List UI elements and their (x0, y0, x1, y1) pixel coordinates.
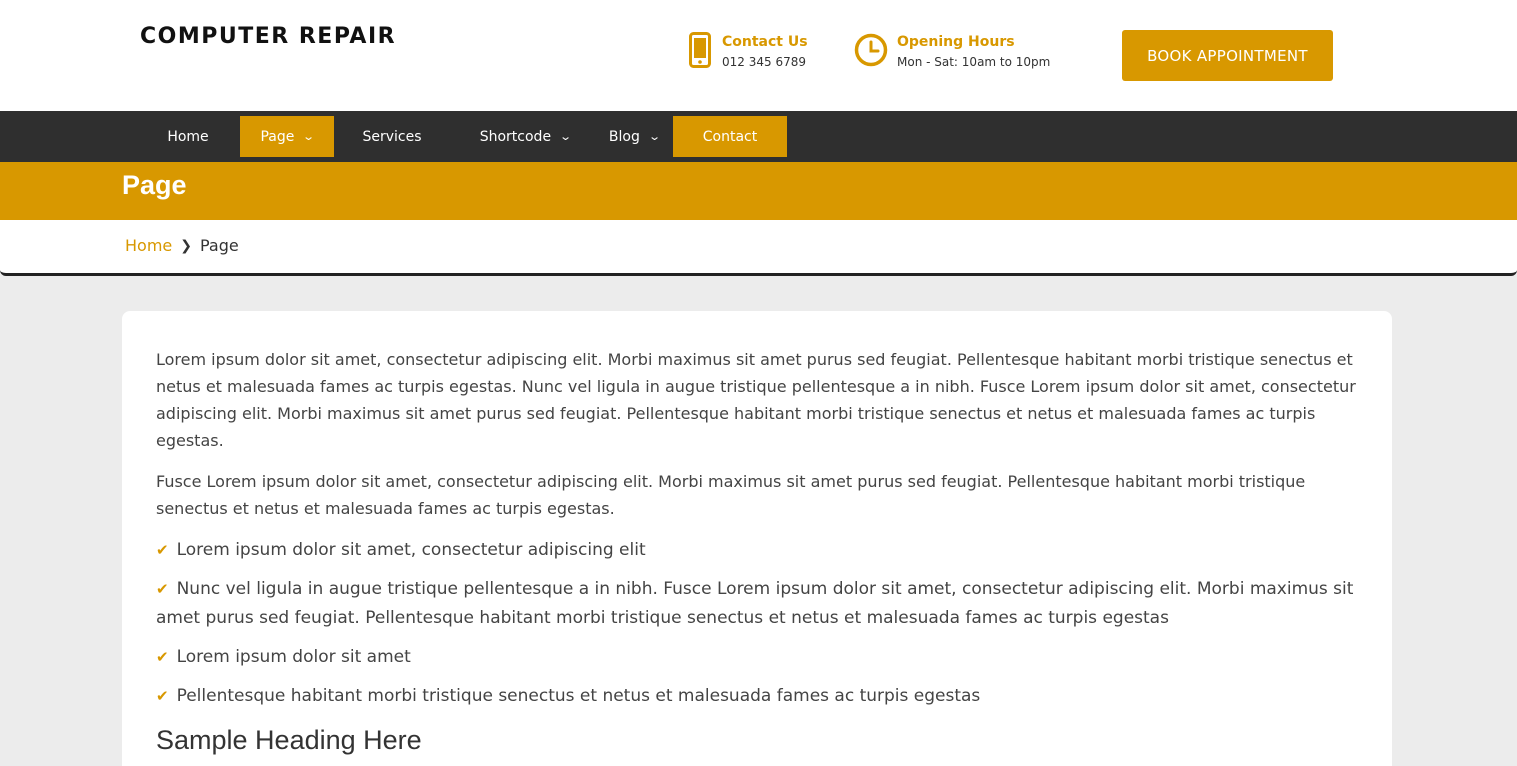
nav-item-services[interactable]: Services (334, 116, 450, 157)
check-icon: ✔ (156, 580, 169, 598)
breadcrumb-current: Page (199, 236, 239, 255)
content-paragraph: Lorem ipsum dolor sit amet, consectetur … (156, 350, 1356, 450)
contact-info: Contact Us 012 345 6789 (686, 32, 808, 72)
nav-item-label: Page (260, 128, 295, 145)
content-paragraph: Fusce Lorem ipsum dolor sit amet, consec… (156, 472, 1306, 518)
list-item-text: Lorem ipsum dolor sit amet, consectetur … (176, 540, 646, 560)
section-heading: Sample Heading Here (156, 725, 422, 755)
nav-item-contact[interactable]: Contact (673, 116, 787, 157)
nav-item-label: Blog (608, 128, 640, 145)
contact-phone[interactable]: 012 345 6789 (722, 52, 808, 72)
hours-value: Mon - Sat: 10am to 10pm (897, 55, 1051, 69)
checklist: ✔ Lorem ipsum dolor sit amet, consectetur… (156, 536, 1358, 711)
list-item: ✔ Pellentesque habitant morbi tristique s… (156, 682, 1358, 711)
clock-icon (853, 32, 889, 68)
list-item-text: Lorem ipsum dolor sit amet (176, 647, 411, 667)
contact-title: Contact Us (722, 34, 808, 50)
nav-item-label: Contact (702, 128, 758, 145)
chevron-down-icon: ⌄ (648, 130, 661, 143)
hours-title: Opening Hours (897, 34, 1015, 50)
main-nav: Home Page ⌄ Services Shortcode ⌄ Blog ⌄ … (0, 111, 1517, 162)
hours-info: Opening Hours Mon - Sat: 10am to 10pm (853, 32, 1050, 72)
chevron-down-icon: ⌄ (302, 130, 316, 143)
chevron-right-icon: ❯ (180, 237, 192, 254)
content-card: Lorem ipsum dolor sit amet, consectetur … (122, 311, 1392, 766)
chevron-down-icon: ⌄ (559, 130, 573, 143)
breadcrumb-home-link[interactable]: Home (125, 236, 172, 255)
page-banner: Page (0, 162, 1517, 220)
list-item: ✔ Nunc vel ligula in augue tristique pell… (156, 575, 1358, 633)
site-header: COMPUTER REPAIR Contact Us 012 345 6789 … (0, 0, 1517, 111)
book-appointment-button[interactable]: BOOK APPOINTMENT (1122, 30, 1333, 81)
nav-item-home[interactable]: Home (140, 116, 236, 157)
nav-item-label: Home (167, 128, 209, 145)
breadcrumb: Home ❯ Page (0, 220, 1517, 276)
list-item: ✔ Lorem ipsum dolor sit amet, consectetur… (156, 536, 1358, 565)
list-item: ✔ Lorem ipsum dolor sit amet (156, 643, 1358, 672)
nav-item-blog[interactable]: Blog ⌄ (595, 116, 673, 157)
nav-item-shortcode[interactable]: Shortcode ⌄ (460, 116, 590, 157)
site-logo[interactable]: COMPUTER REPAIR (140, 24, 396, 49)
nav-item-label: Shortcode (479, 128, 552, 145)
nav-item-label: Services (362, 128, 422, 145)
list-item-text: Nunc vel ligula in augue tristique pelle… (156, 579, 1354, 628)
check-icon: ✔ (156, 687, 169, 705)
nav-item-page[interactable]: Page ⌄ (240, 116, 334, 157)
phone-icon (686, 32, 714, 68)
page-title: Page (122, 170, 187, 200)
check-icon: ✔ (156, 648, 169, 666)
list-item-text: Pellentesque habitant morbi tristique se… (176, 686, 981, 706)
check-icon: ✔ (156, 541, 169, 559)
